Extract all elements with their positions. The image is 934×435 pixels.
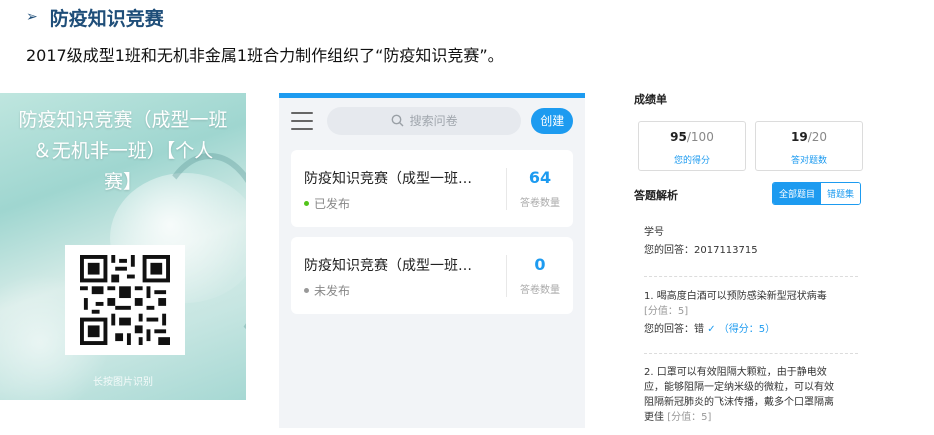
question-text: 1. 喝高度白酒可以预防感染新型冠状病毒 (644, 291, 827, 302)
search-input[interactable]: 搜索问卷 (326, 106, 522, 135)
tab-wrong-questions[interactable]: 错题集 (821, 183, 861, 204)
question-text-line: 2. 口罩可以有效阻隔大颗粒，由于静电效 (644, 367, 827, 378)
search-icon (391, 114, 404, 127)
student-id-label: 学号 (644, 227, 664, 238)
section-heading: ➢ 防疫知识竞赛 (26, 5, 164, 30)
student-answer: 您的回答：2017113715 (644, 245, 758, 256)
status-text: 已发布 (314, 197, 351, 211)
divider (644, 353, 858, 354)
status-text: 未发布 (314, 284, 351, 298)
tab-all-questions[interactable]: 全部题目 (773, 183, 822, 204)
analysis-title: 答题解析 (634, 189, 678, 202)
survey-card[interactable]: 防疫知识竞赛（成型一班… 已发布 64 答卷数量 (291, 150, 573, 227)
poster-title-line: 赛】 (103, 171, 142, 193)
answer-text: 您的回答：错 (644, 324, 704, 335)
correct-value: 19 (790, 130, 808, 144)
poster-title-line: 防疫知识竞赛（成型一班 (18, 109, 228, 131)
poster-title: 防疫知识竞赛（成型一班 ＆无机非一班）【个人 赛】 (0, 105, 246, 198)
search-placeholder: 搜索问卷 (409, 114, 458, 128)
question-item: 2. 口罩可以有效阻隔大颗粒，由于静电效 应，能够阻隔一定纳米级的微粒，可以有效… (644, 365, 858, 425)
question-text-line: 更佳 [分值：5] (644, 412, 712, 423)
question-points: [分值：5] (667, 412, 712, 423)
correct-label: 答对题数 (790, 156, 827, 166)
question-text-line: 阻隔新冠肺炎的飞沫传播，戴多个口罩隔离 (644, 397, 834, 408)
score-value: 95 (670, 130, 687, 144)
question-text-line: 应，能够阻隔一定纳米级的微粒，可以有效 (644, 382, 834, 393)
correct-box: 19/20 答对题数 (755, 121, 863, 171)
survey-list-screen: 搜索问卷 创建 防疫知识竞赛（成型一班… 已发布 64 答卷数量 防疫知识竞赛（… (279, 93, 585, 428)
survey-title: 防疫知识竞赛（成型一班… (304, 171, 472, 187)
answer-score: （得分：5） (718, 324, 776, 335)
response-count: 64 (528, 168, 552, 187)
question-item: 1. 喝高度白酒可以预防感染新型冠状病毒 [分值：5] 您的回答：错 ✓ （得分… (644, 289, 858, 337)
score-sheet: 成绩单 95/100 您的得分 19/20 答对题数 答题解析 全部题目 错题集… (626, 83, 882, 435)
correct-total: /20 (807, 130, 827, 144)
poster-title-line: ＆无机非一班）【个人 (32, 140, 214, 162)
divider (644, 276, 858, 277)
score-sheet-title: 成绩单 (634, 93, 667, 106)
student-id-block: 学号 您的回答：2017113715 (644, 225, 858, 258)
survey-status: 未发布 (304, 282, 350, 299)
event-poster: 防疫知识竞赛（成型一班 ＆无机非一班）【个人 赛】 长按图片识别 (0, 93, 246, 400)
app-header: 搜索问卷 创建 (279, 98, 585, 143)
description-text: 2017级成型1班和无机非金属1班合力制作组织了“防疫知识竞赛”。 (26, 46, 504, 65)
survey-title: 防疫知识竞赛（成型一班… (304, 258, 472, 274)
score-box: 95/100 您的得分 (638, 121, 746, 171)
score-total: /100 (686, 130, 714, 144)
qr-code-icon (80, 255, 170, 345)
status-dot-icon (304, 201, 309, 206)
response-count-label: 答卷数量 (520, 285, 560, 296)
question-answer: 您的回答：错 ✓ （得分：5） (644, 322, 858, 337)
status-dot-icon (304, 288, 309, 293)
section-title: 防疫知识竞赛 (49, 7, 164, 30)
check-icon: ✓ (707, 324, 716, 335)
survey-card[interactable]: 防疫知识竞赛（成型一班… 未发布 0 答卷数量 (291, 237, 573, 314)
response-count-label: 答卷数量 (520, 198, 560, 209)
menu-icon[interactable] (291, 111, 313, 130)
arrow-bullet-icon: ➢ (26, 9, 38, 25)
survey-status: 已发布 (304, 195, 350, 212)
analysis-tabs: 全部题目 错题集 (772, 182, 862, 205)
create-button[interactable]: 创建 (531, 107, 573, 134)
poster-caption: 长按图片识别 (93, 377, 153, 388)
question-points: [分值：5] (644, 306, 689, 317)
score-label: 您的得分 (673, 156, 710, 166)
qr-code[interactable] (65, 245, 185, 355)
response-count: 0 (534, 255, 546, 274)
